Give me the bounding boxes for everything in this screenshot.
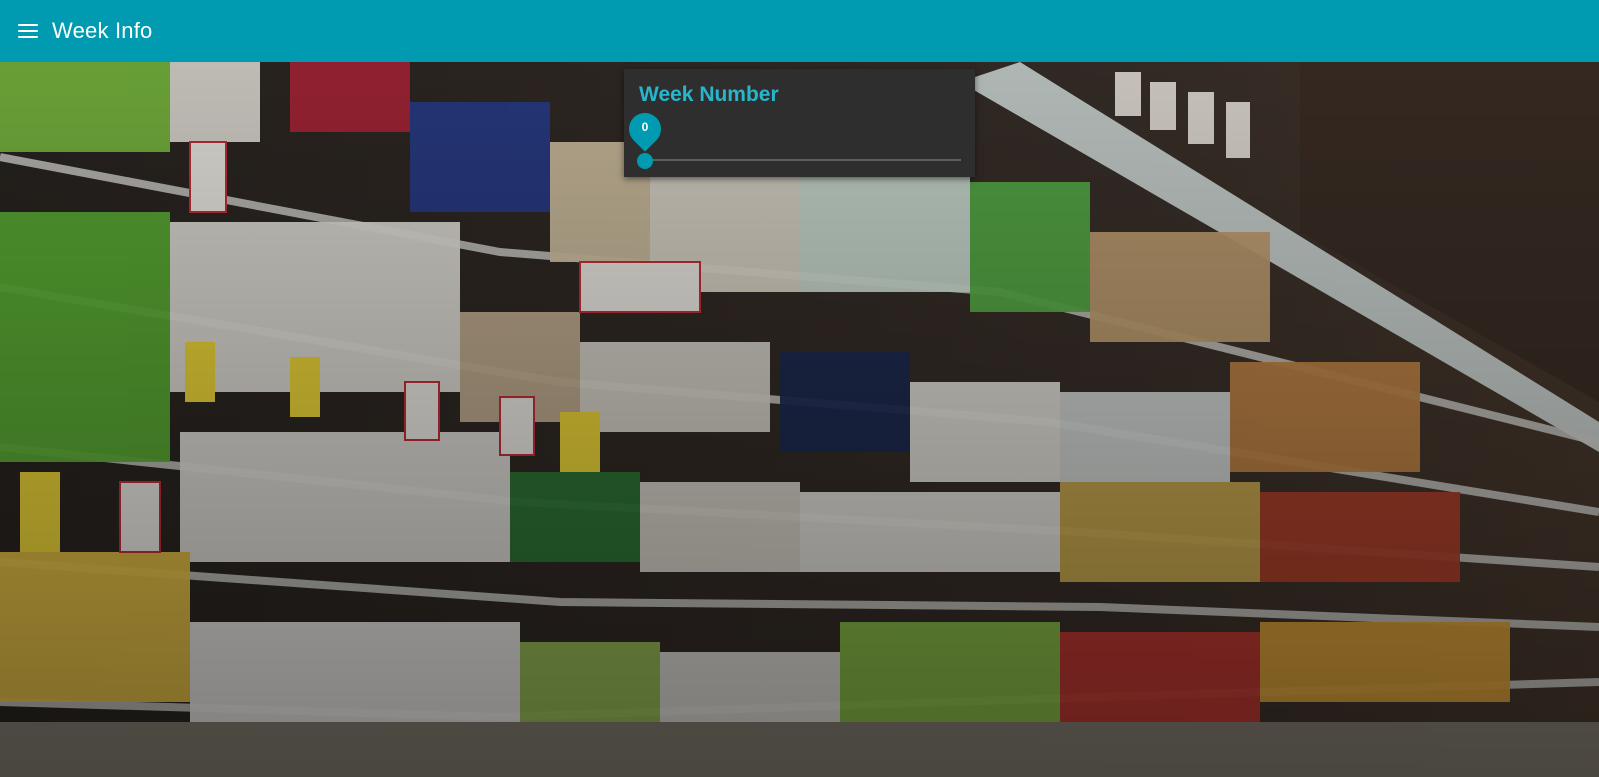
week-number-panel: Week Number 0 bbox=[622, 69, 975, 177]
week-number-slider[interactable]: 0 bbox=[622, 106, 966, 173]
week-number-title: Week Number bbox=[639, 83, 779, 106]
top-app-bar: Week Info bbox=[0, 0, 1599, 62]
hamburger-menu-icon[interactable] bbox=[18, 19, 42, 43]
app-root: Week Info Week Number 0 bbox=[0, 0, 1599, 777]
slider-value-label: 0 bbox=[641, 120, 649, 134]
slider-track[interactable] bbox=[639, 159, 961, 161]
slider-thumb[interactable] bbox=[637, 153, 653, 169]
app-title: Week Info bbox=[52, 18, 153, 43]
